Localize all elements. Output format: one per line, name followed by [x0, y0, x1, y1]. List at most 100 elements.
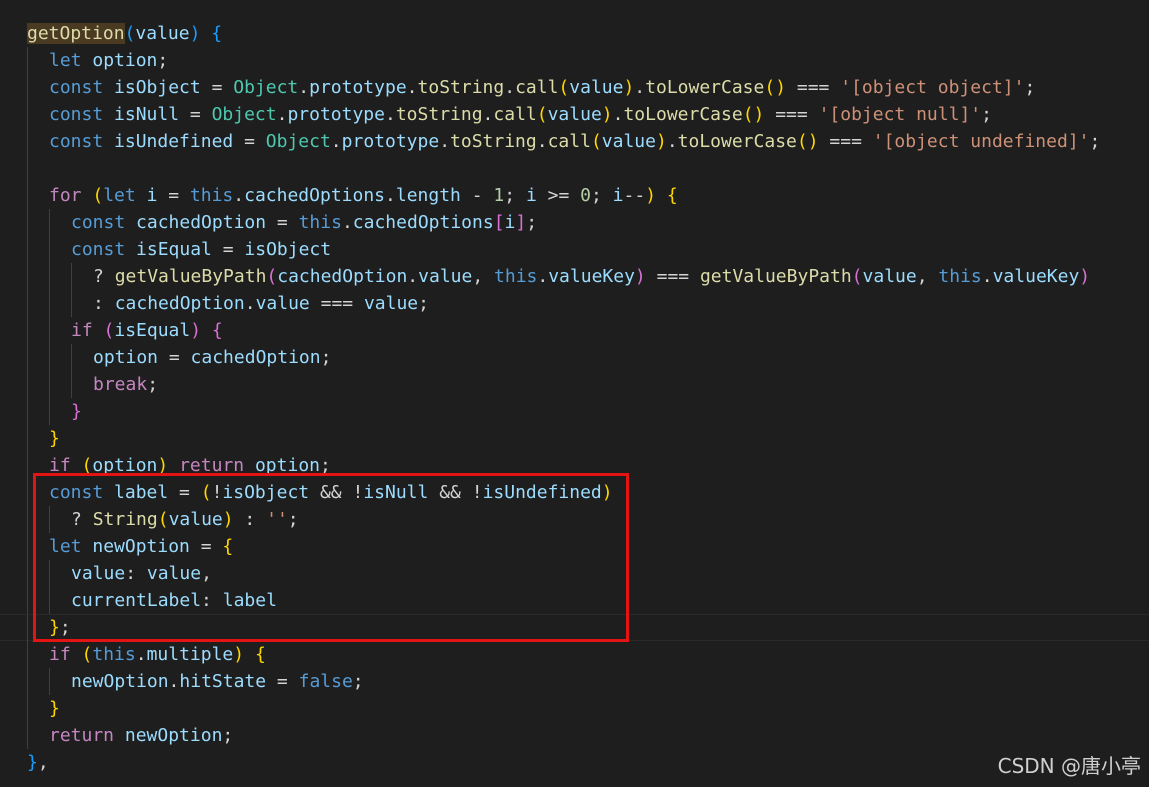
- code-token: .: [666, 131, 678, 152]
- code-token: this: [494, 266, 538, 287]
- code-token: '[object null]': [818, 104, 982, 125]
- code-token: cachedOption: [277, 266, 408, 287]
- code-token: break: [93, 374, 148, 395]
- indent-guide: [27, 236, 28, 263]
- code-token: multiple: [146, 644, 234, 665]
- code-line[interactable]: ? String(value) : '';: [0, 506, 1149, 533]
- code-token: const: [49, 131, 104, 152]
- indent-guide: [71, 344, 72, 371]
- code-token: ===: [818, 131, 873, 152]
- code-token: value: [547, 104, 602, 125]
- code-line[interactable]: currentLabel: label: [0, 587, 1149, 614]
- code-token: label: [222, 590, 277, 611]
- code-line-content: };: [27, 617, 71, 638]
- code-line[interactable]: let newOption = {: [0, 533, 1149, 560]
- indent-guide: [27, 668, 28, 695]
- code-line[interactable]: for (let i = this.cachedOptions.length -…: [0, 182, 1149, 209]
- code-token: =: [266, 212, 299, 233]
- code-line[interactable]: const cachedOption = this.cachedOptions[…: [0, 209, 1149, 236]
- code-line[interactable]: option = cachedOption;: [0, 344, 1149, 371]
- code-line[interactable]: const isUndefined = Object.prototype.toS…: [0, 128, 1149, 155]
- code-line-content: if (this.multiple) {: [27, 644, 266, 665]
- code-line[interactable]: }: [0, 398, 1149, 425]
- code-token: =: [179, 104, 212, 125]
- code-line[interactable]: : cachedOption.value === value;: [0, 290, 1149, 317]
- indent-guide: [27, 479, 28, 506]
- code-line[interactable]: const isObject = Object.prototype.toStri…: [0, 74, 1149, 101]
- indent-guide: [49, 317, 50, 344]
- code-line[interactable]: newOption.hitState = false;: [0, 668, 1149, 695]
- code-line[interactable]: };: [0, 614, 1149, 642]
- code-token: ===: [786, 77, 841, 98]
- code-token: &&: [309, 482, 353, 503]
- code-token: (: [157, 509, 169, 530]
- code-line[interactable]: ? getValueByPath(cachedOption.value, thi…: [0, 263, 1149, 290]
- code-token: .: [276, 104, 288, 125]
- indent-guide: [27, 506, 28, 533]
- code-line[interactable]: value: value,: [0, 560, 1149, 587]
- code-token: for: [49, 185, 82, 206]
- code-line[interactable]: const isEqual = isObject: [0, 236, 1149, 263]
- code-line[interactable]: },: [0, 749, 1149, 776]
- indent-guide: [27, 533, 28, 560]
- code-token: (: [81, 455, 93, 476]
- code-token: toLowerCase: [677, 131, 797, 152]
- code-token: .: [341, 212, 353, 233]
- code-token: ,: [201, 563, 212, 584]
- code-line[interactable]: if (this.multiple) {: [0, 641, 1149, 668]
- code-line-content: : cachedOption.value === value;: [27, 293, 429, 314]
- indent-guide: [71, 371, 72, 398]
- code-line-content: const cachedOption = this.cachedOptions[…: [27, 212, 537, 233]
- code-line[interactable]: const isNull = Object.prototype.toString…: [0, 101, 1149, 128]
- code-line[interactable]: if (isEqual) {: [0, 317, 1149, 344]
- indent-guide: [49, 587, 50, 614]
- code-token: ;: [59, 617, 71, 638]
- code-token: (: [124, 23, 136, 44]
- code-token: cachedOption: [190, 347, 321, 368]
- indent-guide: [49, 236, 50, 263]
- code-line[interactable]: }: [0, 695, 1149, 722]
- code-token: isUndefined: [114, 131, 234, 152]
- code-token: ===: [309, 293, 364, 314]
- indent-guide: [49, 209, 50, 236]
- code-token: isObject: [222, 482, 310, 503]
- code-token: .: [439, 131, 451, 152]
- code-line[interactable]: const label = (!isObject && !isNull && !…: [0, 479, 1149, 506]
- code-line[interactable]: getOption(value) {: [0, 20, 1149, 47]
- code-token: ,: [472, 266, 495, 287]
- code-line[interactable]: break;: [0, 371, 1149, 398]
- indent-guide: [49, 290, 50, 317]
- code-line-content: const isNull = Object.prototype.toString…: [27, 104, 992, 125]
- code-token: call: [547, 131, 591, 152]
- code-token: valueKey: [548, 266, 635, 287]
- indent-guide: [49, 506, 50, 533]
- code-token: }: [49, 428, 60, 449]
- code-token: .: [168, 671, 180, 692]
- indent-guide: [49, 398, 50, 425]
- code-token: '': [266, 509, 288, 530]
- code-line[interactable]: if (option) return option;: [0, 452, 1149, 479]
- code-token: let: [49, 536, 82, 557]
- code-token: getValueByPath: [699, 266, 852, 287]
- code-token: ;: [418, 293, 429, 314]
- code-line-content: currentLabel: label: [27, 590, 277, 611]
- code-editor[interactable]: getOption(value) {let option; const isObj…: [0, 20, 1149, 776]
- code-token: prototype: [341, 131, 440, 152]
- code-token: if: [49, 455, 71, 476]
- indent-guide: [49, 371, 50, 398]
- code-token: value: [363, 293, 419, 314]
- code-line[interactable]: return newOption;: [0, 722, 1149, 749]
- code-line[interactable]: [0, 155, 1149, 182]
- code-token: newOption: [124, 725, 223, 746]
- code-token: ;: [526, 212, 538, 233]
- code-line[interactable]: let option;: [0, 47, 1149, 74]
- code-token: this: [938, 266, 982, 287]
- indent-guide: [27, 317, 28, 344]
- indent-guide: [49, 668, 50, 695]
- code-token: 1: [493, 185, 505, 206]
- code-token: -: [460, 185, 494, 206]
- code-line[interactable]: }: [0, 425, 1149, 452]
- code-token: (: [536, 104, 548, 125]
